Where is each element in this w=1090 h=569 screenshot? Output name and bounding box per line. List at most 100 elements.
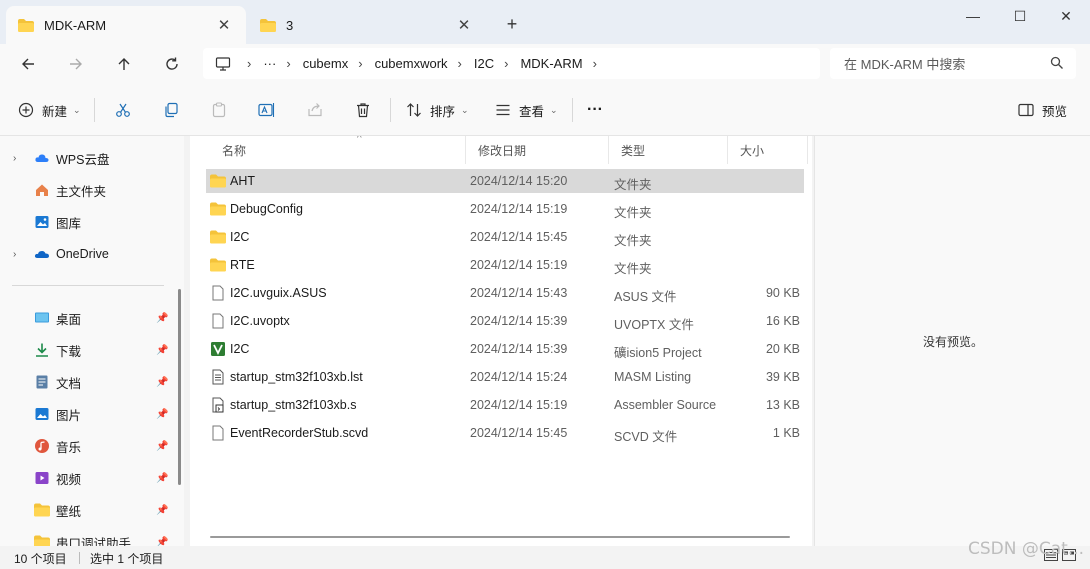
sidebar-item-wallpaper[interactable]: 壁纸 📌 [0, 498, 170, 522]
breadcrumb-separator[interactable]: › [358, 56, 362, 71]
file-row[interactable]: RTE 2024/12/14 15:19 文件夹 [206, 253, 804, 277]
file-row[interactable]: AHT 2024/12/14 15:20 文件夹 [206, 169, 804, 193]
chevron-down-icon: ⌄ [550, 104, 558, 115]
column-header-label: 修改日期 [478, 143, 527, 158]
file-size: 16 KB [765, 314, 800, 328]
horizontal-scrollbar[interactable] [210, 536, 790, 538]
column-header-modified[interactable]: 修改日期 [466, 136, 609, 164]
file-row[interactable]: I2C 2024/12/14 15:45 文件夹 [206, 225, 804, 249]
tab-mdk-arm[interactable]: MDK-ARM ✕ [6, 6, 246, 44]
column-header-type[interactable]: 类型 [609, 136, 728, 164]
sidebar-item-serial-debug[interactable]: 串口调试助手 📌 [0, 530, 170, 546]
breadcrumb-separator[interactable]: › [504, 56, 508, 71]
breadcrumb-i2c[interactable]: I2C [474, 56, 494, 71]
close-window-button[interactable]: ✕ [1043, 4, 1089, 28]
sidebar-item-desktop[interactable]: 桌面 📌 [0, 306, 170, 330]
file-row[interactable]: DebugConfig 2024/12/14 15:19 文件夹 [206, 197, 804, 221]
file-modified: 2024/12/14 15:19 [470, 258, 568, 272]
new-button[interactable]: 新建 ⌄ [18, 98, 81, 122]
file-modified: 2024/12/14 15:39 [470, 314, 568, 328]
sidebar-item-label: WPS云盘 [56, 152, 110, 167]
minimize-button[interactable]: — [950, 4, 996, 28]
status-bar: 10 个项目 选中 1 个项目 [0, 546, 1090, 569]
copy-button[interactable] [163, 98, 179, 122]
sidebar-item-videos[interactable]: 视频 📌 [0, 466, 170, 490]
sidebar-item-music[interactable]: 音乐 📌 [0, 434, 170, 458]
more-options-button[interactable]: ··· [587, 98, 603, 122]
file-name: AHT [230, 174, 255, 188]
preview-label: 预览 [1042, 104, 1068, 119]
column-header-name[interactable]: 名称 ^ [210, 136, 466, 164]
divider [572, 98, 573, 122]
view-button[interactable]: 查看 ⌄ [495, 98, 558, 122]
column-header-size[interactable]: 大小 [728, 136, 808, 164]
arrow-left-icon [22, 58, 34, 70]
sidebar-item-documents[interactable]: 文档 📌 [0, 370, 170, 394]
file-row[interactable]: I2C 2024/12/14 15:39 礦ision5 Project 20 … [206, 337, 804, 361]
search-icon [1050, 56, 1063, 69]
pin-icon[interactable]: 📌 [156, 473, 168, 484]
breadcrumb-separator[interactable]: › [458, 56, 462, 71]
pin-icon[interactable]: 📌 [156, 377, 168, 388]
cut-button[interactable] [115, 98, 131, 122]
new-tab-button[interactable]: + [500, 14, 524, 35]
refresh-button[interactable] [158, 52, 186, 76]
trash-icon [357, 103, 369, 118]
sort-ascending-icon: ^ [357, 136, 362, 144]
pin-icon[interactable]: 📌 [156, 537, 168, 547]
file-row[interactable]: I2C.uvguix.ASUS 2024/12/14 15:43 ASUS 文件… [206, 281, 804, 305]
pin-icon[interactable]: 📌 [156, 345, 168, 356]
sidebar-scrollbar[interactable] [178, 289, 181, 485]
file-row[interactable]: startup_stm32f103xb.lst 2024/12/14 15:24… [206, 365, 804, 389]
sidebar-item-label: 下载 [56, 344, 82, 359]
folder-icon [18, 18, 34, 32]
pin-icon[interactable]: 📌 [156, 409, 168, 420]
file-name: startup_stm32f103xb.s [230, 398, 357, 412]
sidebar-item-label: 壁纸 [56, 504, 82, 519]
tab-label: MDK-ARM [44, 17, 107, 33]
breadcrumb-separator[interactable]: › [286, 56, 290, 71]
breadcrumb-more[interactable]: ··· [263, 56, 276, 71]
breadcrumb-mdk-arm[interactable]: MDK-ARM [520, 56, 582, 71]
file-row[interactable]: startup_stm32f103xb.s 2024/12/14 15:19 A… [206, 393, 804, 417]
close-tab-icon[interactable]: ✕ [214, 16, 234, 34]
pin-icon[interactable]: 📌 [156, 441, 168, 452]
sidebar-item-downloads[interactable]: 下载 📌 [0, 338, 170, 362]
maximize-button[interactable]: ☐ [997, 4, 1043, 28]
file-name: EventRecorderStub.scvd [230, 426, 369, 440]
sort-button[interactable]: 排序 ⌄ [406, 98, 469, 122]
file-size: 20 KB [765, 342, 800, 356]
sidebar-item-onedrive[interactable]: › OneDrive [0, 242, 170, 266]
file-row[interactable]: EventRecorderStub.scvd 2024/12/14 15:45 … [206, 421, 804, 445]
breadcrumb-separator[interactable]: › [593, 56, 597, 71]
chevron-right-icon[interactable]: › [13, 153, 16, 164]
rename-button[interactable] [258, 98, 276, 122]
delete-button[interactable] [355, 98, 371, 122]
preview-pane-button[interactable]: 预览 [1018, 98, 1067, 122]
tab-3[interactable]: 3 ✕ [248, 6, 486, 44]
file-row[interactable]: I2C.uvoptx 2024/12/14 15:39 UVOPTX 文件 16… [206, 309, 804, 333]
file-modified: 2024/12/14 15:43 [470, 286, 568, 300]
sidebar-item-wps-cloud[interactable]: › WPS云盘 [0, 146, 170, 170]
paste-button[interactable] [211, 98, 227, 122]
clipboard-icon [212, 102, 226, 118]
up-button[interactable] [110, 52, 138, 76]
chevron-right-icon[interactable]: › [13, 249, 16, 260]
pin-icon[interactable]: 📌 [156, 313, 168, 324]
music-icon [35, 439, 49, 453]
back-button[interactable] [14, 52, 42, 76]
sidebar-item-pictures[interactable]: 图片 📌 [0, 402, 170, 426]
search-input[interactable]: 在 MDK-ARM 中搜索 [830, 48, 1076, 79]
pin-icon[interactable]: 📌 [156, 505, 168, 516]
status-divider [79, 552, 80, 564]
sidebar-item-home[interactable]: 主文件夹 [0, 178, 170, 202]
breadcrumb-cubemx[interactable]: cubemx [303, 56, 349, 71]
forward-button[interactable] [62, 52, 90, 76]
share-button[interactable] [307, 98, 323, 122]
title-bar: MDK-ARM ✕ 3 ✕ + — ☐ ✕ [0, 0, 1090, 44]
sidebar-item-gallery[interactable]: 图库 [0, 210, 170, 234]
address-bar[interactable]: › ··· › cubemx › cubemxwork › I2C › MDK-… [203, 48, 820, 79]
close-tab-icon[interactable]: ✕ [454, 16, 474, 34]
breadcrumb-separator[interactable]: › [247, 56, 251, 71]
breadcrumb-cubemxwork[interactable]: cubemxwork [375, 56, 448, 71]
